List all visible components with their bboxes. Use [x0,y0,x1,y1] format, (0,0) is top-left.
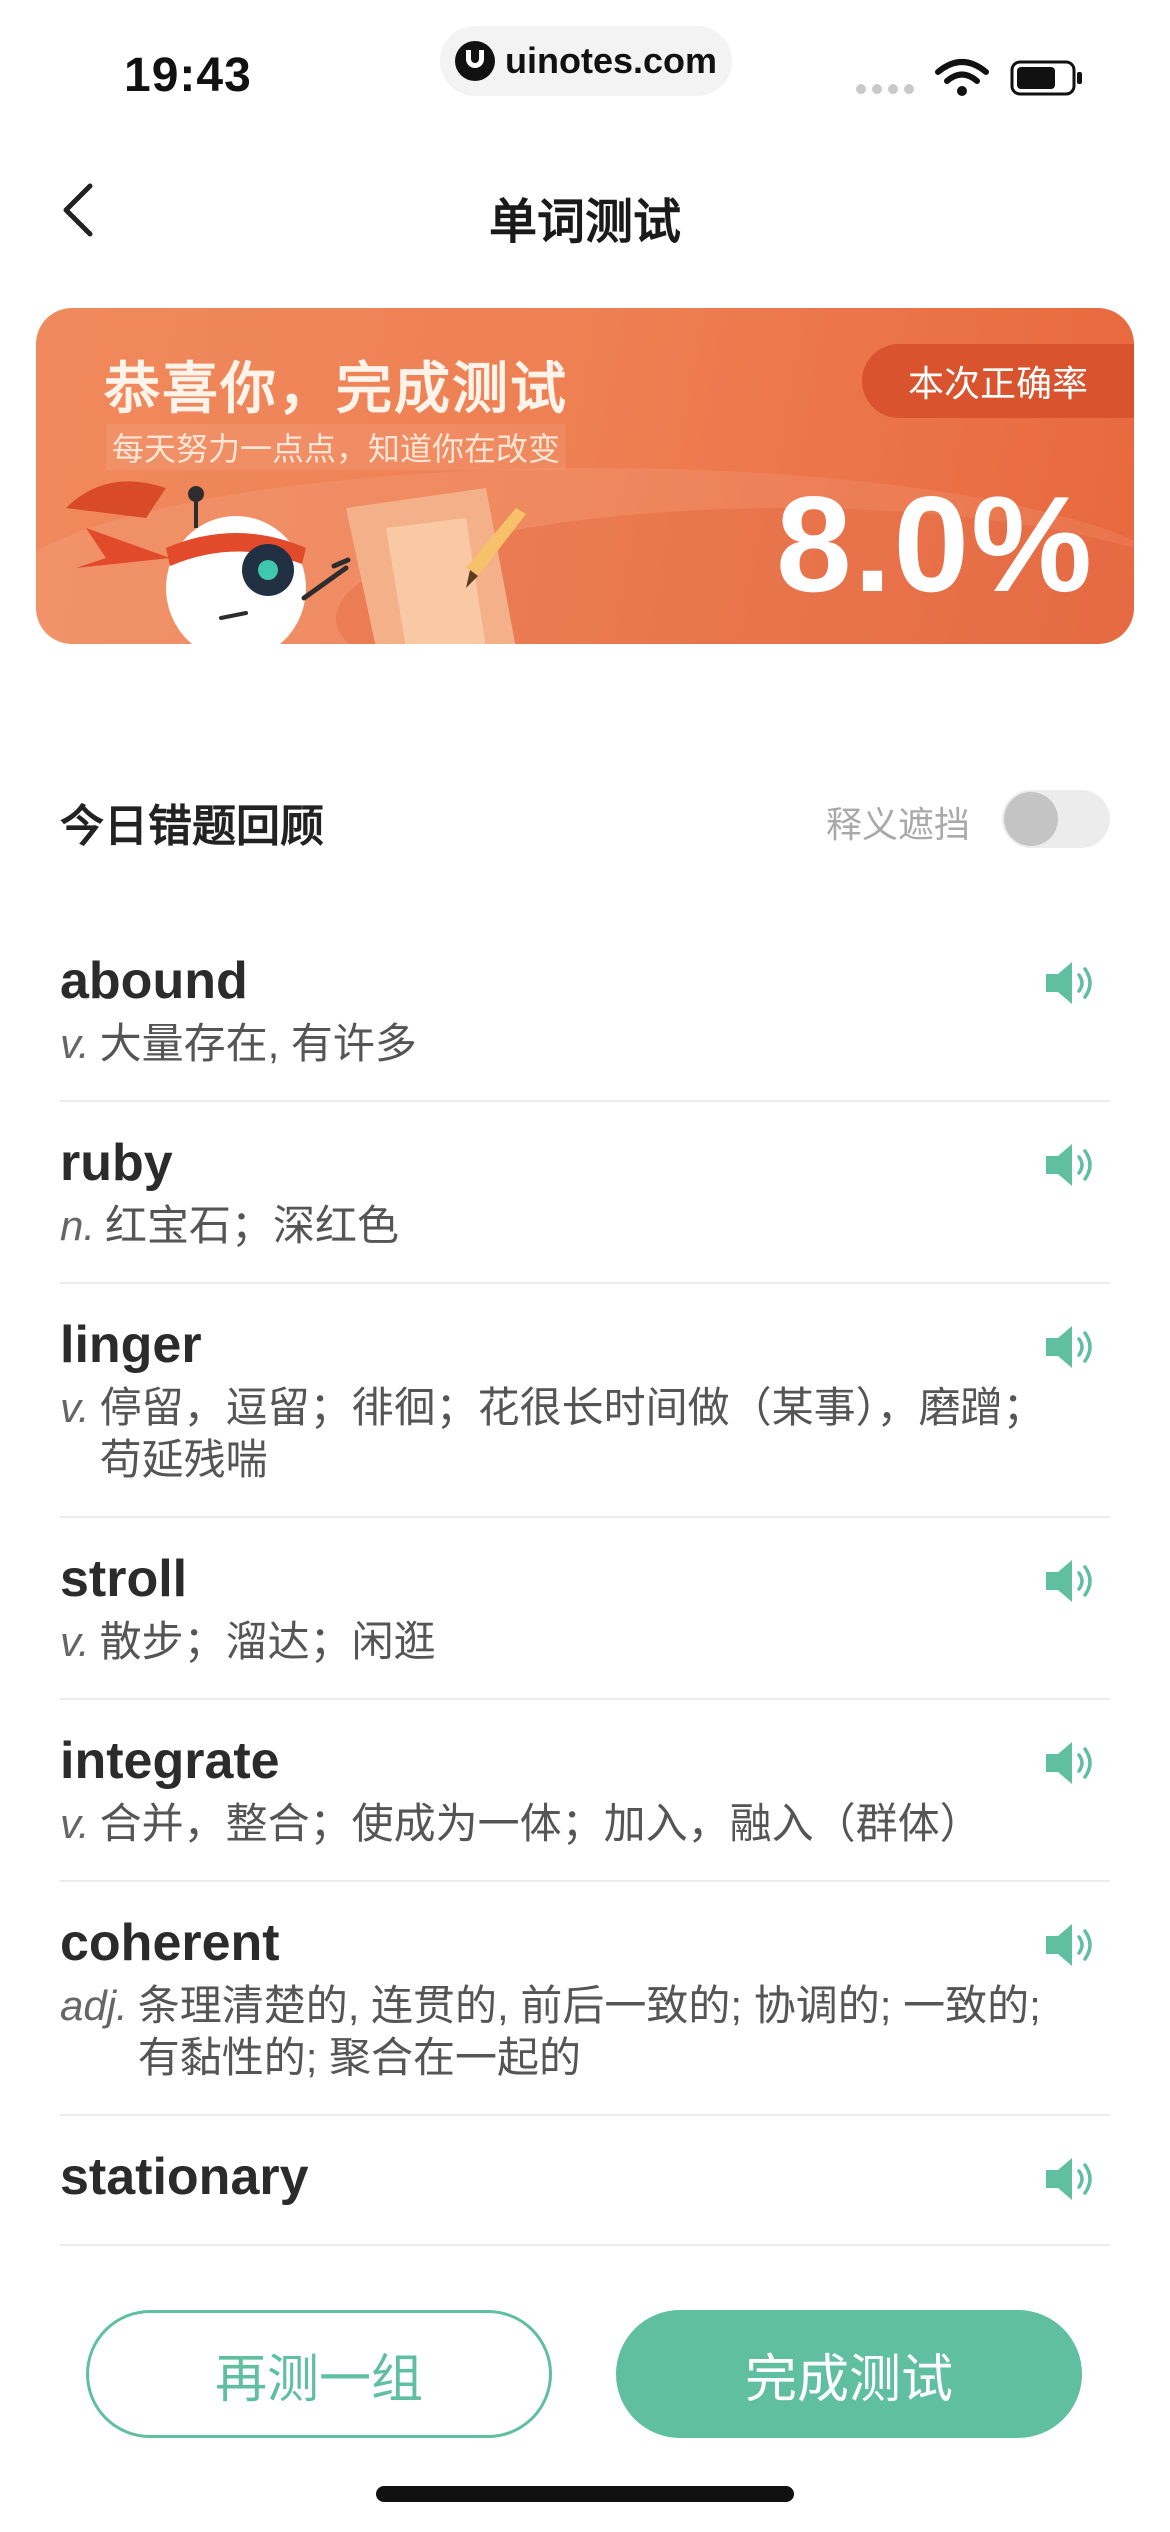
speaker-icon[interactable] [1040,1916,1098,1974]
toggle-knob [1004,792,1058,846]
part-of-speech: v. [60,1800,90,1847]
speaker-icon[interactable] [1040,1136,1098,1194]
banner-subtitle: 每天努力一点点，知道你在改变 [106,424,567,470]
word-item[interactable]: abound v. 大量存在, 有许多 [60,920,1110,1102]
part-of-speech: adj. [60,1982,128,2029]
definition: 停留，逗留；徘徊；花很长时间做（某事），磨蹭；苟延残喘 [99,1384,1045,1483]
url-pill[interactable]: uinotes.com [440,26,732,96]
part-of-speech: v. [60,1384,90,1431]
definition: 大量存在, 有许多 [99,1020,417,1067]
word-text: coherent [60,1914,280,1972]
definition: 条理清楚的, 连贯的, 前后一致的; 协调的; 一致的; 有黏性的; 聚合在一起… [137,1982,1041,2081]
word-item[interactable]: ruby n. 红宝石；深红色 [60,1102,1110,1284]
speaker-icon[interactable] [1040,2150,1098,2208]
cellular-signal-icon [856,84,914,94]
word-item[interactable]: stationary [60,2116,1110,2246]
definition: 散步；溜达；闲逛 [99,1618,436,1665]
status-time: 19:43 [124,49,252,102]
part-of-speech: v. [60,1020,90,1067]
nav-bar: 单词测试 [0,160,1170,250]
site-logo-icon [454,41,495,81]
word-item[interactable]: linger v. 停留，逗留；徘徊；花很长时间做（某事），磨蹭；苟延残喘 [60,1284,1110,1518]
word-item[interactable]: integrate v. 合并，整合；使成为一体；加入，融入（群体） [60,1700,1110,1882]
result-banner: 恭喜你，完成测试 每天努力一点点，知道你在改变 本次正确率 8.0% [36,308,1134,644]
part-of-speech: v. [60,1618,90,1665]
word-item[interactable]: coherent adj. 条理清楚的, 连贯的, 前后一致的; 协调的; 一致的;… [60,1882,1110,2116]
word-meaning: v. 合并，整合；使成为一体；加入，融入（群体） [60,1798,1110,1850]
wifi-icon [935,59,989,96]
speaker-icon[interactable] [1040,1734,1098,1792]
word-text: stroll [60,1550,188,1608]
speaker-icon[interactable] [1040,1318,1098,1376]
word-text: linger [60,1316,202,1374]
definition: 合并，整合；使成为一体；加入，融入（群体） [99,1800,982,1847]
battery-icon [1010,60,1082,96]
accuracy-value: 8.0% [776,468,1094,620]
review-title: 今日错题回顾 [60,802,324,851]
url-text: uinotes.com [504,40,718,81]
retest-button[interactable]: 再测一组 [86,2310,552,2438]
mascot-illustration [66,481,526,644]
word-meaning: v. 停留，逗留；徘徊；花很长时间做（某事），磨蹭；苟延残喘 [60,1382,1110,1486]
speaker-icon[interactable] [1040,1552,1098,1610]
accuracy-badge: 本次正确率 [862,344,1134,418]
word-text: stationary [60,2148,309,2206]
hide-meaning-toggle[interactable] [1002,790,1110,848]
word-meaning: adj. 条理清楚的, 连贯的, 前后一致的; 协调的; 一致的; 有黏性的; 聚… [60,1980,1110,2084]
status-bar: 19:43 uinotes.com [0,0,1170,140]
word-list: abound v. 大量存在, 有许多 ruby n. 红宝石；深红色 linger v. 停留… [60,920,1110,2300]
word-text: integrate [60,1732,280,1790]
word-meaning: v. 散步；溜达；闲逛 [60,1616,1110,1668]
word-text: ruby [60,1134,173,1192]
part-of-speech: n. [60,1202,96,1249]
word-meaning: n. 红宝石；深红色 [60,1200,1110,1252]
hide-meaning-label: 释义遮挡 [826,804,971,845]
word-text: abound [60,952,248,1010]
banner-title: 恭喜你，完成测试 [104,357,568,420]
definition: 红宝石；深红色 [105,1202,400,1249]
home-indicator [376,2486,794,2502]
word-meaning: v. 大量存在, 有许多 [60,1018,1110,1070]
word-item[interactable]: stroll v. 散步；溜达；闲逛 [60,1518,1110,1700]
page-title: 单词测试 [488,196,681,249]
speaker-icon[interactable] [1040,954,1098,1012]
finish-test-button[interactable]: 完成测试 [616,2310,1082,2438]
